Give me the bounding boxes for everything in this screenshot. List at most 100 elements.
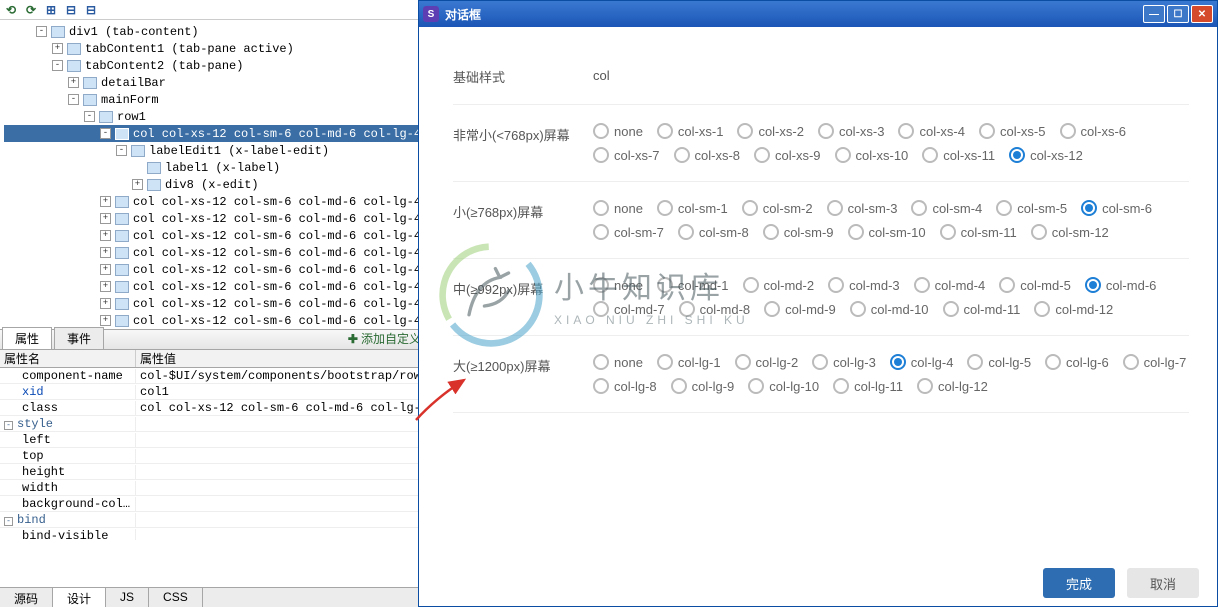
- radio-lg-col-lg-12[interactable]: col-lg-12: [917, 378, 988, 394]
- radio-sm-col-sm-3[interactable]: col-sm-3: [827, 200, 898, 216]
- radio-xs-col-xs-8[interactable]: col-xs-8: [674, 147, 741, 163]
- property-row[interactable]: classcol col-xs-12 col-sm-6 col-md-6 col…: [0, 400, 439, 416]
- tree-node[interactable]: +col col-xs-12 col-sm-6 col-md-6 col-lg-…: [4, 227, 439, 244]
- collapse-toggle-icon[interactable]: -: [116, 145, 127, 156]
- property-value[interactable]: col-$UI/system/components/bootstrap/row/…: [136, 369, 439, 383]
- property-row[interactable]: background-col…: [0, 496, 439, 512]
- group-toggle-icon[interactable]: -: [4, 421, 13, 430]
- minimize-button[interactable]: —: [1143, 5, 1165, 23]
- radio-xs-col-xs-1[interactable]: col-xs-1: [657, 123, 724, 139]
- collapse2-icon[interactable]: ⊟: [84, 3, 98, 17]
- radio-sm-col-sm-1[interactable]: col-sm-1: [657, 200, 728, 216]
- tree-node[interactable]: +col col-xs-12 col-sm-6 col-md-6 col-lg-…: [4, 261, 439, 278]
- property-row[interactable]: -style: [0, 416, 439, 432]
- radio-md-col-md-5[interactable]: col-md-5: [999, 277, 1071, 293]
- property-row[interactable]: width: [0, 480, 439, 496]
- radio-lg-col-lg-6[interactable]: col-lg-6: [1045, 354, 1109, 370]
- radio-md-col-md-4[interactable]: col-md-4: [914, 277, 986, 293]
- radio-xs-col-xs-2[interactable]: col-xs-2: [737, 123, 804, 139]
- tab-design[interactable]: 设计: [53, 588, 106, 607]
- ok-button[interactable]: 完成: [1043, 568, 1115, 598]
- tree-node[interactable]: -col col-xs-12 col-sm-6 col-md-6 col-lg-…: [4, 125, 439, 142]
- redo-icon[interactable]: ⟳: [24, 3, 38, 17]
- collapse-toggle-icon[interactable]: -: [100, 128, 111, 139]
- radio-lg-col-lg-8[interactable]: col-lg-8: [593, 378, 657, 394]
- maximize-button[interactable]: ☐: [1167, 5, 1189, 23]
- radio-sm-col-sm-6[interactable]: col-sm-6: [1081, 200, 1152, 216]
- radio-lg-col-lg-9[interactable]: col-lg-9: [671, 378, 735, 394]
- radio-sm-col-sm-10[interactable]: col-sm-10: [848, 224, 926, 240]
- radio-xs-col-xs-12[interactable]: col-xs-12: [1009, 147, 1083, 163]
- tree-node[interactable]: +col col-xs-12 col-sm-6 col-md-6 col-lg-…: [4, 210, 439, 227]
- radio-sm-col-sm-2[interactable]: col-sm-2: [742, 200, 813, 216]
- collapse-toggle-icon[interactable]: -: [68, 94, 79, 105]
- expand-toggle-icon[interactable]: +: [100, 247, 111, 258]
- property-row[interactable]: left: [0, 432, 439, 448]
- expand-toggle-icon[interactable]: +: [68, 77, 79, 88]
- property-row[interactable]: -bind: [0, 512, 439, 528]
- tree-node[interactable]: +div8 (x-edit): [4, 176, 439, 193]
- radio-md-col-md-9[interactable]: col-md-9: [764, 301, 836, 317]
- expand-toggle-icon[interactable]: +: [52, 43, 63, 54]
- radio-xs-none[interactable]: none: [593, 123, 643, 139]
- expand-toggle-icon[interactable]: +: [100, 196, 111, 207]
- radio-sm-none[interactable]: none: [593, 200, 643, 216]
- tree-node[interactable]: +col col-xs-12 col-sm-6 col-md-6 col-lg-…: [4, 244, 439, 261]
- radio-lg-col-lg-7[interactable]: col-lg-7: [1123, 354, 1187, 370]
- collapse-toggle-icon[interactable]: -: [52, 60, 63, 71]
- close-button[interactable]: ✕: [1191, 5, 1213, 23]
- radio-md-col-md-6[interactable]: col-md-6: [1085, 277, 1157, 293]
- radio-lg-col-lg-4[interactable]: col-lg-4: [890, 354, 954, 370]
- tree-node[interactable]: +col col-xs-12 col-sm-6 col-md-6 col-lg-…: [4, 193, 439, 210]
- radio-lg-col-lg-5[interactable]: col-lg-5: [967, 354, 1031, 370]
- property-grid[interactable]: component-namecol-$UI/system/components/…: [0, 368, 439, 540]
- radio-lg-col-lg-11[interactable]: col-lg-11: [833, 378, 903, 394]
- radio-lg-col-lg-2[interactable]: col-lg-2: [735, 354, 799, 370]
- collapse-toggle-icon[interactable]: -: [84, 111, 95, 122]
- radio-md-col-md-1[interactable]: col-md-1: [657, 277, 729, 293]
- expand-toggle-icon[interactable]: +: [100, 264, 111, 275]
- cancel-button[interactable]: 取消: [1127, 568, 1199, 598]
- radio-sm-col-sm-4[interactable]: col-sm-4: [911, 200, 982, 216]
- radio-lg-col-lg-3[interactable]: col-lg-3: [812, 354, 876, 370]
- tree-node[interactable]: +tabContent1 (tab-pane active): [4, 40, 439, 57]
- tree-node[interactable]: +col col-xs-12 col-sm-6 col-md-6 col-lg-…: [4, 278, 439, 295]
- undo-icon[interactable]: ⟲: [4, 3, 18, 17]
- expand-icon[interactable]: ⊞: [44, 3, 58, 17]
- tree-node[interactable]: -row1: [4, 108, 439, 125]
- tab-css[interactable]: CSS: [149, 588, 203, 607]
- tree-node[interactable]: -tabContent2 (tab-pane): [4, 57, 439, 74]
- radio-lg-col-lg-10[interactable]: col-lg-10: [748, 378, 819, 394]
- radio-sm-col-sm-12[interactable]: col-sm-12: [1031, 224, 1109, 240]
- dialog-titlebar[interactable]: S 对话框 — ☐ ✕: [419, 1, 1217, 27]
- tab-js[interactable]: JS: [106, 588, 149, 607]
- radio-xs-col-xs-9[interactable]: col-xs-9: [754, 147, 821, 163]
- radio-sm-col-sm-7[interactable]: col-sm-7: [593, 224, 664, 240]
- tree-node[interactable]: label1 (x-label): [4, 159, 439, 176]
- property-value[interactable]: col1: [136, 385, 439, 399]
- radio-md-col-md-10[interactable]: col-md-10: [850, 301, 929, 317]
- tree-node[interactable]: -div1 (tab-content): [4, 23, 439, 40]
- radio-sm-col-sm-9[interactable]: col-sm-9: [763, 224, 834, 240]
- radio-md-none[interactable]: none: [593, 277, 643, 293]
- radio-lg-none[interactable]: none: [593, 354, 643, 370]
- expand-toggle-icon[interactable]: +: [132, 179, 143, 190]
- property-row[interactable]: top: [0, 448, 439, 464]
- radio-xs-col-xs-6[interactable]: col-xs-6: [1060, 123, 1127, 139]
- expand-toggle-icon[interactable]: +: [100, 213, 111, 224]
- expand-toggle-icon[interactable]: +: [100, 230, 111, 241]
- expand-toggle-icon[interactable]: +: [100, 298, 111, 309]
- tree-node[interactable]: +col col-xs-12 col-sm-6 col-md-6 col-lg-…: [4, 295, 439, 312]
- radio-md-col-md-11[interactable]: col-md-11: [943, 301, 1021, 317]
- radio-xs-col-xs-3[interactable]: col-xs-3: [818, 123, 885, 139]
- property-row[interactable]: height: [0, 464, 439, 480]
- radio-sm-col-sm-5[interactable]: col-sm-5: [996, 200, 1067, 216]
- radio-sm-col-sm-11[interactable]: col-sm-11: [940, 224, 1017, 240]
- property-row[interactable]: component-namecol-$UI/system/components/…: [0, 368, 439, 384]
- expand-toggle-icon[interactable]: +: [100, 315, 111, 326]
- group-toggle-icon[interactable]: -: [4, 517, 13, 526]
- radio-xs-col-xs-7[interactable]: col-xs-7: [593, 147, 660, 163]
- property-row[interactable]: bind-visible: [0, 528, 439, 540]
- radio-md-col-md-12[interactable]: col-md-12: [1034, 301, 1113, 317]
- radio-lg-col-lg-1[interactable]: col-lg-1: [657, 354, 721, 370]
